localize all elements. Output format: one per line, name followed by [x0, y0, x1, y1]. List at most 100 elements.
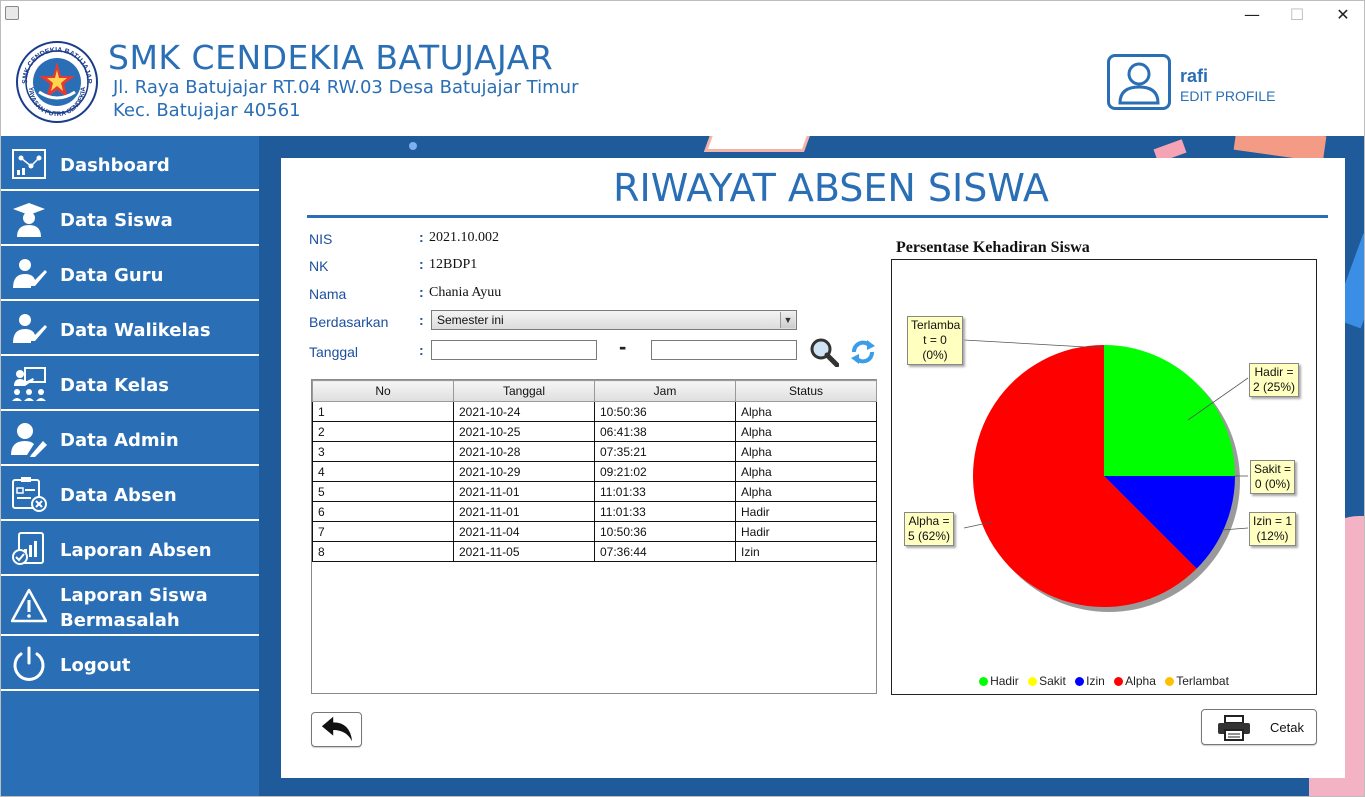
- label-leader-line: [963, 339, 1105, 349]
- legend-label: Sakit: [1039, 674, 1066, 688]
- table-row[interactable]: 6 2021-11-01 11:01:33 Hadir: [312, 501, 877, 522]
- profile-avatar-button[interactable]: [1107, 54, 1171, 110]
- attendance-table-scrollpane[interactable]: No Tanggal Jam Status 1 2021-10-24 10:50:3…: [311, 379, 877, 694]
- chart-label-izin: Izin = 1 (12%): [1249, 512, 1297, 546]
- table-row[interactable]: 8 2021-11-05 07:36:44 Izin: [312, 541, 877, 562]
- legend-item-terlambat: Terlambat: [1165, 674, 1229, 688]
- column-header-no[interactable]: No: [312, 380, 454, 402]
- cell-jam: 11:01:33: [594, 501, 736, 522]
- cell-no: 2: [312, 421, 454, 442]
- cell-status: Hadir: [735, 521, 877, 542]
- sidebar-item-data-guru[interactable]: Data Guru: [1, 246, 259, 301]
- table-row[interactable]: 2 2021-10-25 06:41:38 Alpha: [312, 421, 877, 442]
- sidebar-item-laporan-absen[interactable]: Laporan Absen: [1, 521, 259, 576]
- column-header-jam[interactable]: Jam: [594, 380, 736, 402]
- cell-jam: 07:36:44: [594, 541, 736, 562]
- close-button[interactable]: ✕: [1328, 5, 1358, 25]
- tanggal-label: Tanggal: [309, 344, 359, 360]
- legend-item-sakit: Sakit: [1028, 674, 1066, 688]
- table-row[interactable]: 7 2021-11-04 10:50:36 Hadir: [312, 521, 877, 542]
- search-icon[interactable]: [809, 337, 839, 367]
- main-panel: RIWAYAT ABSEN SISWA NIS : 2021.10.002 NK…: [281, 158, 1345, 778]
- decoration-shape: [703, 136, 815, 152]
- refresh-icon[interactable]: [848, 337, 878, 367]
- sidebar-item-data-siswa[interactable]: Data Siswa: [1, 191, 259, 246]
- back-arrow-icon: [321, 716, 353, 742]
- sidebar-item-label: Logout: [60, 655, 131, 676]
- edit-profile-link[interactable]: EDIT PROFILE: [1180, 88, 1275, 104]
- sidebar-item-data-absen[interactable]: Data Absen: [1, 466, 259, 521]
- school-logo: SMK CENDEKIA BATUJAJAR YAYASAN PUTRA CEN…: [16, 41, 98, 123]
- sidebar-item-data-kelas[interactable]: Data Kelas: [1, 356, 259, 411]
- student-icon: [13, 203, 45, 237]
- cell-tanggal: 2021-11-01: [453, 501, 595, 522]
- chart-legend: Hadir Sakit Izin Alpha Terlambat: [892, 674, 1316, 688]
- power-icon: [13, 646, 45, 681]
- cetak-button[interactable]: Cetak: [1201, 709, 1317, 745]
- legend-marker: [1114, 677, 1124, 686]
- cetak-label: Cetak: [1270, 720, 1304, 735]
- pie-slice-hadir: [1104, 345, 1235, 476]
- minimize-button[interactable]: —: [1237, 5, 1267, 25]
- sidebar-item-label: Data Kelas: [60, 375, 169, 396]
- warning-icon: [11, 588, 47, 623]
- chart-label-sakit: Sakit = 0 (0%): [1250, 460, 1296, 494]
- sidebar-item-dashboard[interactable]: Dashboard: [1, 136, 259, 191]
- address-line-1: Jl. Raya Batujajar RT.04 RW.03 Desa Batu…: [113, 77, 579, 98]
- cell-no: 8: [312, 541, 454, 562]
- legend-item-izin: Izin: [1075, 674, 1105, 688]
- table-header-row: No Tanggal Jam Status: [312, 380, 877, 402]
- legend-label: Hadir: [990, 674, 1019, 688]
- page-title: RIWAYAT ABSEN SISWA: [613, 166, 1049, 210]
- chevron-down-icon[interactable]: ▼: [780, 312, 795, 328]
- sidebar-item-label: Data Admin: [60, 430, 179, 451]
- label-line: 5 (62%): [908, 529, 951, 543]
- legend-item-alpha: Alpha: [1114, 674, 1156, 688]
- label-line: Hadir =: [1254, 365, 1294, 379]
- cell-status: Alpha: [735, 481, 877, 502]
- cell-no: 5: [312, 481, 454, 502]
- column-header-tanggal[interactable]: Tanggal: [453, 380, 595, 402]
- table-row[interactable]: 4 2021-10-29 09:21:02 Alpha: [312, 461, 877, 482]
- cell-jam: 07:35:21: [594, 441, 736, 462]
- sidebar-item-label: Data Guru: [60, 265, 164, 286]
- tanggal-colon: :: [419, 342, 424, 358]
- legend-label: Izin: [1086, 674, 1105, 688]
- attendance-table: No Tanggal Jam Status 1 2021-10-24 10:50:3…: [312, 380, 877, 562]
- tanggal-to-input[interactable]: [651, 340, 797, 360]
- tanggal-from-input[interactable]: [431, 340, 597, 360]
- maximize-button[interactable]: ☐: [1282, 5, 1312, 25]
- header: SMK CENDEKIA BATUJAJAR YAYASAN PUTRA CEN…: [1, 29, 1364, 136]
- sidebar-item-data-walikelas[interactable]: Data Walikelas: [1, 301, 259, 356]
- back-button[interactable]: [311, 712, 362, 747]
- table-row[interactable]: 5 2021-11-01 11:01:33 Alpha: [312, 481, 877, 502]
- cell-tanggal: 2021-11-01: [453, 481, 595, 502]
- cell-jam: 10:50:36: [594, 401, 736, 422]
- label-line: 2 (25%): [1253, 380, 1296, 394]
- sidebar-item-label: Laporan Siswa Bermasalah: [60, 585, 208, 631]
- cell-tanggal: 2021-10-29: [453, 461, 595, 482]
- table-row[interactable]: 3 2021-10-28 07:35:21 Alpha: [312, 441, 877, 462]
- sidebar-item-laporan-siswa-bermasalah[interactable]: Laporan Siswa Bermasalah: [1, 576, 259, 636]
- java-app-icon: [5, 6, 19, 20]
- cell-tanggal: 2021-10-25: [453, 421, 595, 442]
- sidebar-item-data-admin[interactable]: Data Admin: [1, 411, 259, 466]
- chart-label-terlambat: Terlamba t = 0 (0%): [907, 316, 963, 365]
- column-header-status[interactable]: Status: [735, 380, 877, 402]
- nis-colon: :: [419, 229, 424, 245]
- cell-no: 7: [312, 521, 454, 542]
- cell-jam: 09:21:02: [594, 461, 736, 482]
- decoration-dot: [409, 142, 417, 150]
- berdasarkan-select[interactable]: Semester ini ▼: [431, 310, 797, 330]
- table-row[interactable]: 1 2021-10-24 10:50:36 Alpha: [312, 401, 877, 422]
- sidebar-item-label: Data Absen: [60, 485, 177, 506]
- berdasarkan-selected-value: Semester ini: [437, 313, 504, 327]
- label-line: t = 0: [923, 333, 947, 347]
- nis-value: 2021.10.002: [429, 230, 499, 245]
- sidebar-item-logout[interactable]: Logout: [1, 636, 259, 691]
- sidebar-item-label: Data Walikelas: [60, 320, 211, 341]
- cell-status: Alpha: [735, 461, 877, 482]
- label-line: (0%): [922, 348, 948, 362]
- berdasarkan-label: Berdasarkan: [309, 314, 389, 330]
- nk-value: 12BDP1: [429, 257, 478, 272]
